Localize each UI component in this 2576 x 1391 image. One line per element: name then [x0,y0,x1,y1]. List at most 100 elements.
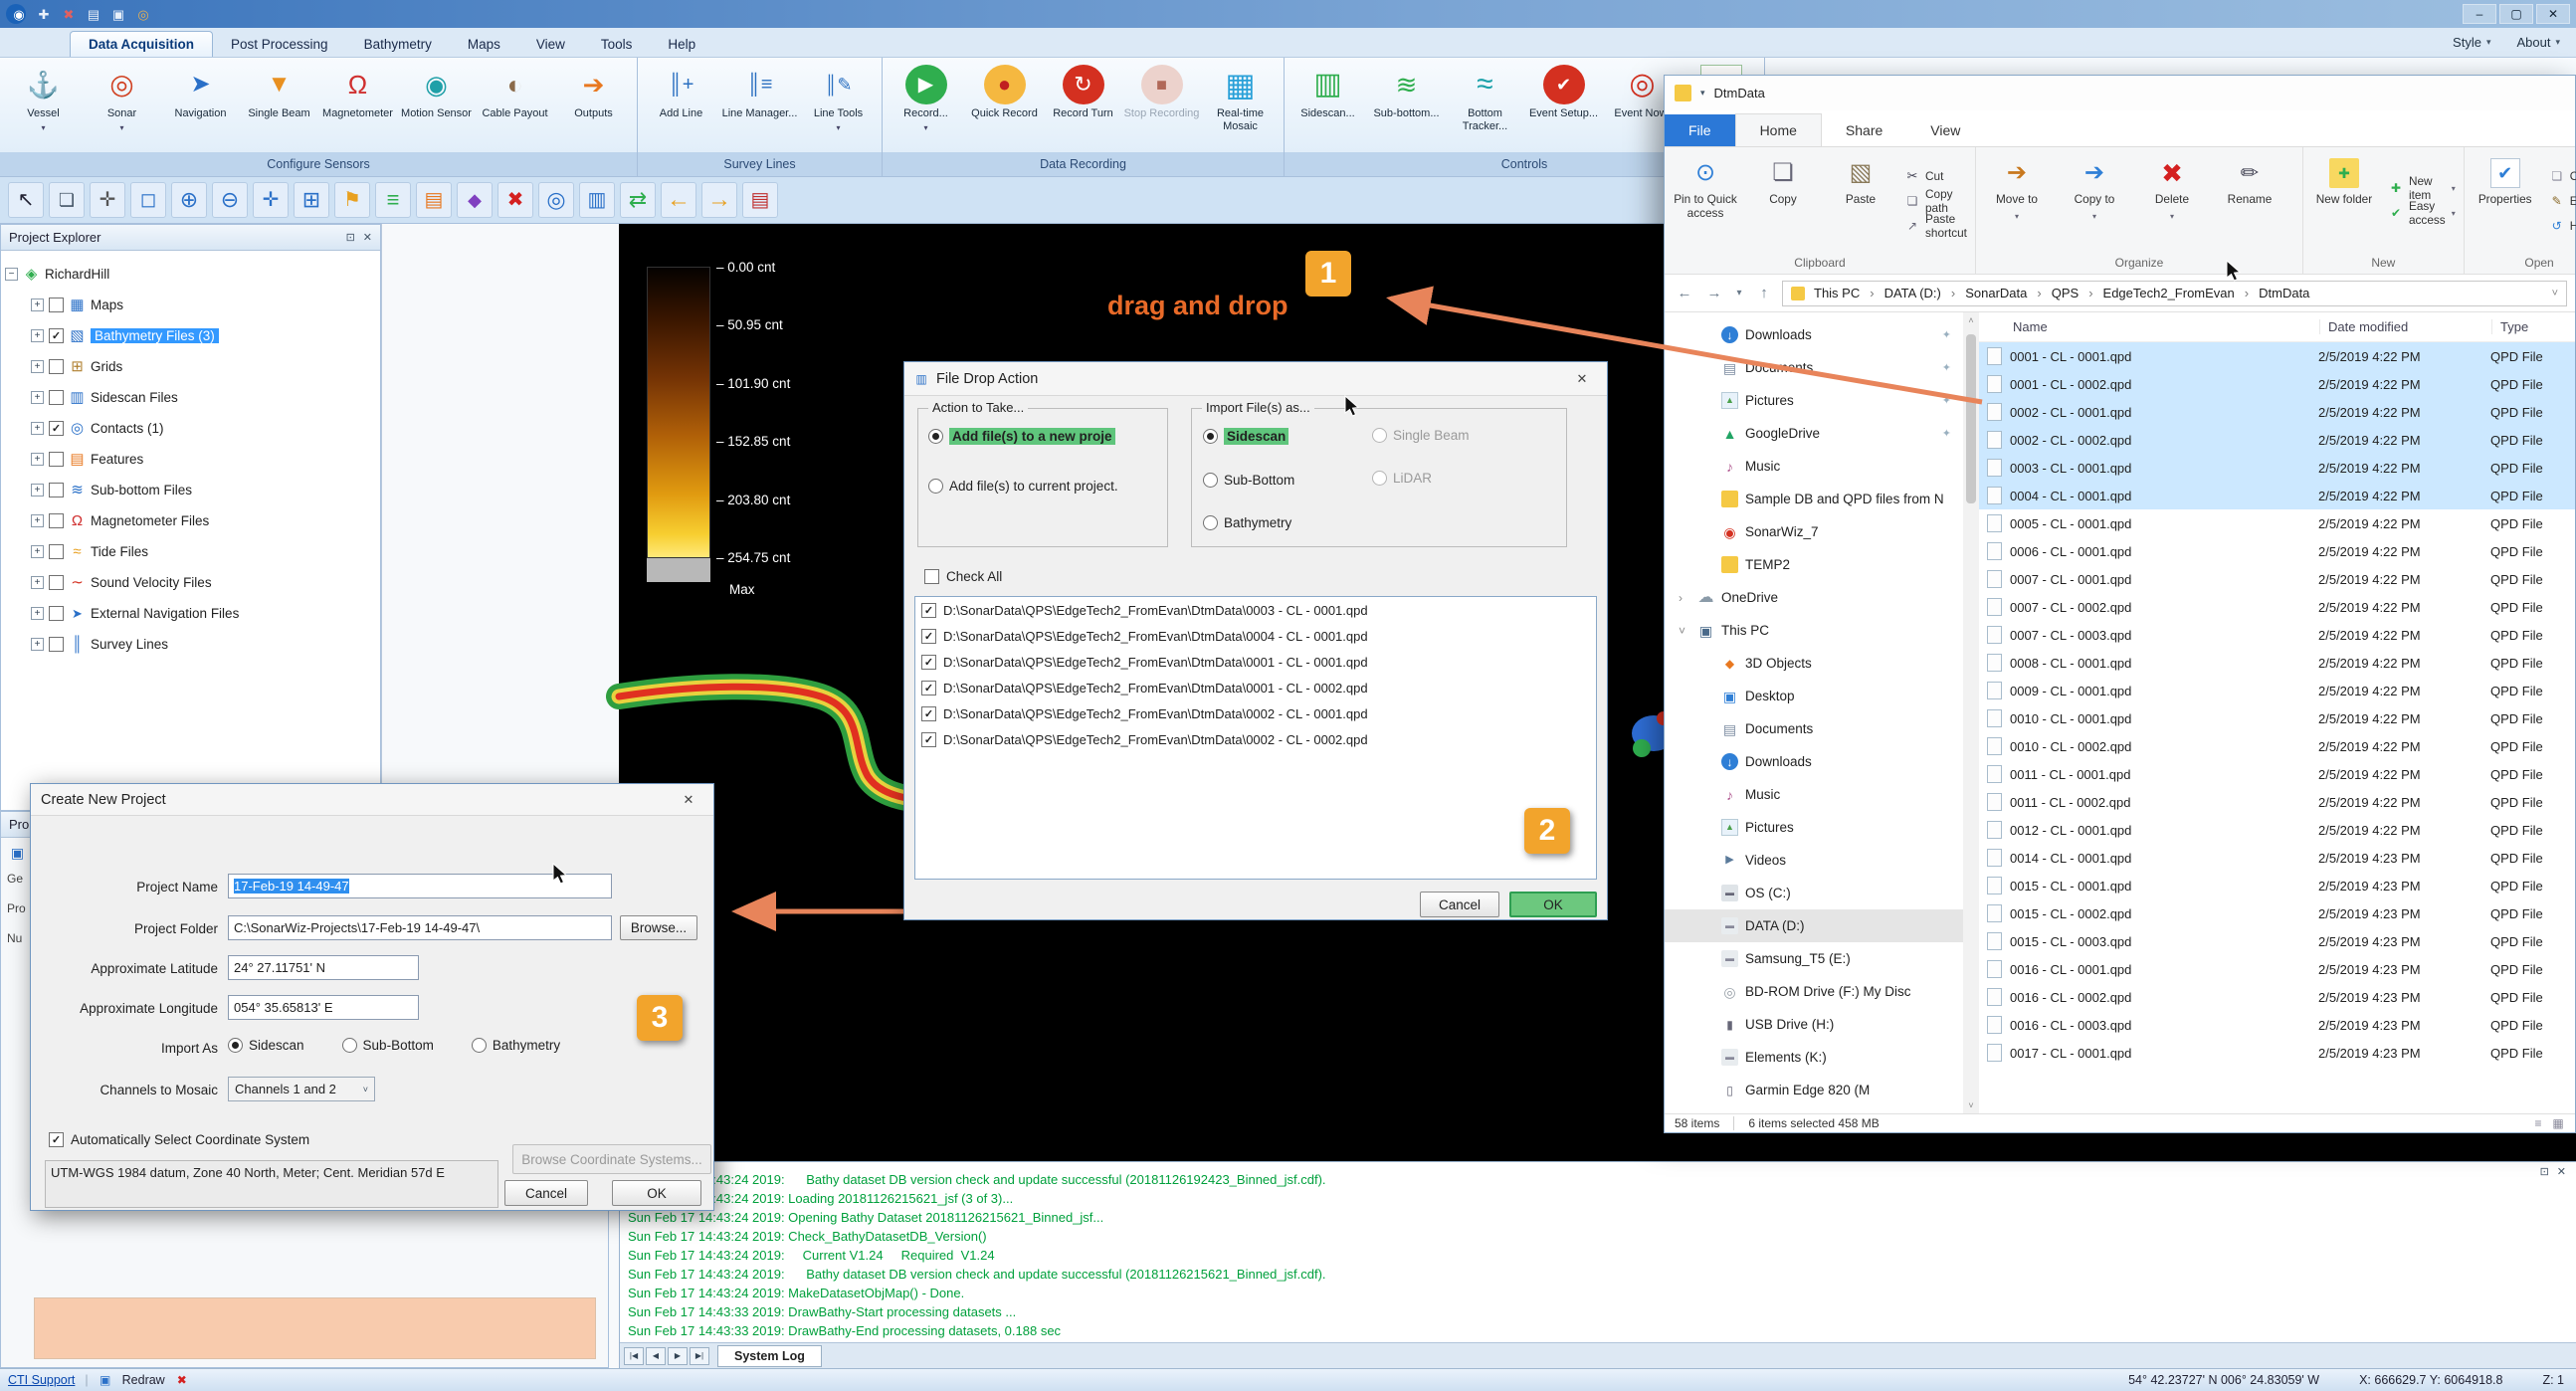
cti-support-link[interactable]: CTI Support [8,1373,75,1387]
expand-icon[interactable]: + [31,576,44,589]
expander-icon[interactable]: ˅ [1679,624,1690,638]
expand-icon[interactable]: + [31,329,44,342]
pin-panel-icon[interactable]: ⊡ [346,231,355,244]
explorer-nav-item[interactable]: ▤ Documents ✦ [1665,712,1963,745]
scrollbar-thumb[interactable] [1966,334,1976,503]
prev-tab-icon[interactable]: ◀ [646,1347,666,1365]
first-tab-icon[interactable]: |◀ [624,1347,644,1365]
menu-tab[interactable]: Bathymetry [346,32,450,57]
radio-icon[interactable] [472,1038,487,1053]
redraw-icon[interactable]: ▣ [99,1373,112,1387]
forward-icon[interactable]: → [1702,285,1726,301]
report-tool-icon[interactable]: ▤ [742,182,778,218]
explorer-ribbon-button[interactable]: ✎ Edit ▾ [2550,190,2576,212]
shapes-tool-icon[interactable]: ◆ [457,182,493,218]
file-row[interactable]: 0007 - CL - 0001.qpd 2/5/2019 4:22 PM QP… [1979,565,2575,593]
copy-tool-icon[interactable]: ❏ [49,182,85,218]
tree-checkbox[interactable] [49,359,64,374]
tree-item[interactable]: + ∼ Sound Velocity Files [31,567,376,598]
menu-tab[interactable]: View [518,32,583,57]
auto-coordinate-option[interactable]: Automatically Select Coordinate System [49,1132,309,1147]
channels-dropdown[interactable]: Channels 1 and 2 ˅ [228,1077,375,1101]
action-radio-option[interactable]: Add file(s) to a new proje [928,428,1167,445]
ribbon-button[interactable]: ● Quick Record ▾ [966,62,1043,150]
explorer-nav-item[interactable]: ↓ Downloads ✦ [1665,745,1963,778]
file-row[interactable]: 0015 - CL - 0002.qpd 2/5/2019 4:23 PM QP… [1979,899,2575,927]
expand-icon[interactable]: + [31,298,44,311]
explorer-ribbon-button[interactable]: ➔ Copy to ▾ [2056,149,2133,252]
zoom-in-tool-icon[interactable]: ⊕ [171,182,207,218]
latitude-field[interactable]: 24° 27.11751' N [228,955,419,980]
qat-icon-3[interactable]: ▤ [81,4,100,24]
back-icon[interactable]: ← [1673,285,1696,301]
radio-icon[interactable] [928,429,943,444]
tree-checkbox[interactable] [49,421,64,436]
tree-root[interactable]: − ◈ RichardHill [5,259,376,290]
radio-icon[interactable] [228,1038,243,1053]
scroll-down-icon[interactable]: ˅ [1968,1097,1973,1113]
back-tool-icon[interactable]: ← [661,182,696,218]
ribbon-button[interactable]: ║≡ Line Manager... ▾ [721,62,798,150]
explorer-nav-item[interactable]: ▲ Pictures ✦ [1665,811,1963,844]
dialog-titlebar[interactable]: Create New Project ✕ [31,784,713,816]
ribbon-button[interactable]: ◎ Sonar ▾ [84,62,160,150]
file-row[interactable]: 0015 - CL - 0003.qpd 2/5/2019 4:23 PM QP… [1979,927,2575,955]
drop-file-row[interactable]: D:\SonarData\QPS\EdgeTech2_FromEvan\DtmD… [915,726,1596,752]
explorer-nav-item[interactable]: ▣ Desktop ✦ [1665,680,1963,712]
expand-icon[interactable]: + [31,638,44,651]
select-tool-icon[interactable]: ↖ [8,182,44,218]
import-as-radio-option[interactable]: Sidescan [228,1038,304,1053]
tab-system-log[interactable]: System Log [717,1345,822,1367]
explorer-nav-item[interactable]: ▬ DATA (D:) ✦ [1665,909,1963,942]
tree-item[interactable]: + ◎ Contacts (1) [31,413,376,444]
breadcrumb-item[interactable]: DtmData [2259,286,2309,300]
explorer-ribbon-button[interactable]: ▧ Paste ▾ [1822,149,1899,252]
explorer-tab[interactable]: View [1906,114,1984,146]
tree-checkbox[interactable] [49,513,64,528]
menu-tab[interactable]: Help [650,32,713,57]
image-tool-icon[interactable]: ▤ [416,182,452,218]
explorer-nav-item[interactable]: ▶ Videos ✦ [1665,844,1963,877]
tree-item[interactable]: + ≈ Tide Files [31,536,376,567]
close-icon[interactable]: ✕ [674,788,703,812]
tree-checkbox[interactable] [49,328,64,343]
redraw-label[interactable]: Redraw [122,1373,165,1387]
ribbon-button[interactable]: ║+ Add Line ▾ [643,62,719,150]
center-map-tool-icon[interactable]: ✛ [253,182,289,218]
levels-tool-icon[interactable]: ▥ [579,182,615,218]
ribbon-button[interactable]: ➤ Navigation ▾ [162,62,239,150]
tree-checkbox[interactable] [49,298,64,312]
file-row[interactable]: 0016 - CL - 0001.qpd 2/5/2019 4:23 PM QP… [1979,955,2575,983]
tree-item[interactable]: + ≋ Sub-bottom Files [31,475,376,505]
explorer-ribbon-button[interactable]: ✖ Delete ▾ [2133,149,2211,252]
tree-checkbox[interactable] [49,606,64,621]
explorer-nav-item[interactable]: TEMP2 ✦ [1665,548,1963,581]
ribbon-button[interactable]: ▼ Single Beam ▾ [241,62,317,150]
tree-checkbox[interactable] [49,390,64,405]
file-row[interactable]: 0011 - CL - 0002.qpd 2/5/2019 4:22 PM QP… [1979,788,2575,816]
explorer-nav-item[interactable]: ▯ Garmin Edge 820 (M ✦ [1665,1074,1963,1106]
zoom-extents-tool-icon[interactable]: ⊞ [294,182,329,218]
qat-icon-2[interactable]: ✖ [56,4,76,24]
file-row[interactable]: 0011 - CL - 0001.qpd 2/5/2019 4:22 PM QP… [1979,760,2575,788]
collapse-icon[interactable]: − [5,268,18,281]
explorer-nav-item[interactable]: ▬ OS (C:) ✦ [1665,877,1963,909]
file-row[interactable]: 0006 - CL - 0001.qpd 2/5/2019 4:22 PM QP… [1979,537,2575,565]
expand-icon[interactable]: + [31,391,44,404]
column-header[interactable]: Type [2491,319,2575,334]
explorer-nav-item[interactable]: ▮ USB Drive (H:) ✦ [1665,1008,1963,1041]
close-button[interactable]: ✕ [2536,4,2570,24]
file-row[interactable]: 0010 - CL - 0001.qpd 2/5/2019 4:22 PM QP… [1979,704,2575,732]
explorer-ribbon-button[interactable]: ✔ Easy access ▾ [2389,202,2456,224]
checkbox-icon[interactable] [924,569,939,584]
file-row[interactable]: 0001 - CL - 0001.qpd 2/5/2019 4:22 PM QP… [1979,342,2575,370]
thumb-view-icon[interactable]: ▦ [2551,1116,2565,1130]
explorer-nav-item[interactable]: ↓ Downloads ✦ [1665,318,1963,351]
tree-item[interactable]: + ▥ Sidescan Files [31,382,376,413]
file-checkbox[interactable] [921,655,936,670]
expand-icon[interactable]: + [31,453,44,466]
drop-file-row[interactable]: D:\SonarData\QPS\EdgeTech2_FromEvan\DtmD… [915,675,1596,700]
tree-item[interactable]: + ▦ Maps [31,290,376,320]
breadcrumb-item[interactable]: SonarData [1965,286,2052,300]
column-header[interactable]: Name [2013,319,2319,334]
